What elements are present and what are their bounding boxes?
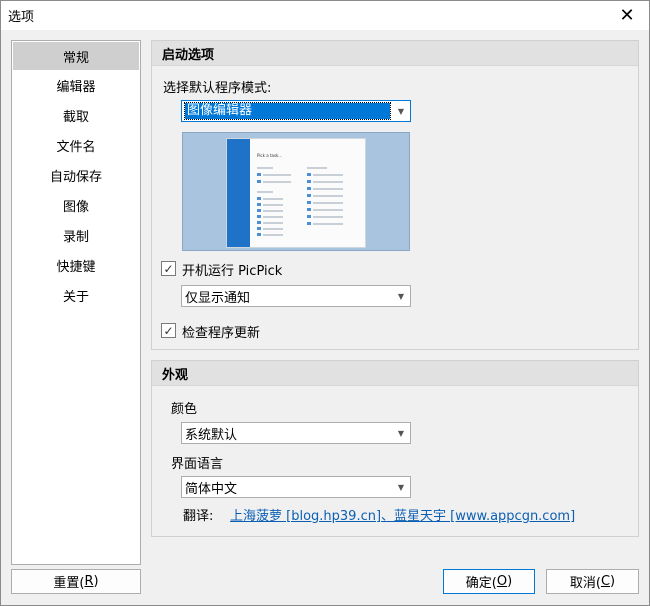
chevron-down-icon: ▼: [397, 291, 405, 301]
startup-mode-select[interactable]: 仅显示通知 ▼: [181, 285, 411, 307]
translation-credits-link[interactable]: 上海菠萝 [blog.hp39.cn]、蓝星天宇 [www.appcgn.com…: [230, 505, 575, 524]
color-label: 颜色: [171, 402, 198, 417]
language-value: 简体中文: [185, 481, 238, 497]
sidebar-item-about[interactable]: 关于: [12, 280, 140, 310]
ok-button[interactable]: 确定(O): [443, 569, 535, 594]
default-mode-value: 图像编辑器: [184, 102, 391, 120]
reset-accel-key: R: [84, 574, 94, 589]
category-list[interactable]: 常规 编辑器 截取 文件名 自动保存 图像 录制 快捷键 关于: [11, 40, 141, 565]
startup-mode-value: 仅显示通知: [185, 290, 251, 306]
mode-preview-image: Pick a task...: [182, 132, 410, 251]
cancel-label-close: ): [610, 574, 616, 589]
ok-label-close: ): [507, 574, 513, 589]
sidebar-item-editor[interactable]: 编辑器: [12, 70, 140, 100]
sidebar-item-autosave[interactable]: 自动保存: [12, 160, 140, 190]
cancel-label: 取消(: [569, 576, 601, 591]
chevron-down-icon: ▼: [397, 106, 405, 116]
translation-label: 翻译:: [183, 509, 214, 524]
sidebar-item-general[interactable]: 常规: [13, 42, 139, 70]
title-bar: 选项 ✕: [0, 0, 650, 30]
cancel-button[interactable]: 取消(C): [546, 569, 639, 594]
ok-label: 确定(: [465, 576, 497, 591]
sidebar-item-image[interactable]: 图像: [12, 190, 140, 220]
color-select[interactable]: 系统默认 ▼: [181, 422, 411, 444]
language-select[interactable]: 简体中文 ▼: [181, 476, 411, 498]
section-header-appearance: 外观: [152, 361, 638, 386]
preview-window: Pick a task...: [226, 138, 366, 248]
check-updates-checkbox[interactable]: ✓: [161, 323, 176, 338]
run-on-startup-checkbox[interactable]: ✓: [161, 261, 176, 276]
sidebar-item-recording[interactable]: 录制: [12, 220, 140, 250]
checkmark-icon: ✓: [163, 323, 174, 338]
default-mode-select[interactable]: 图像编辑器 ▼: [181, 100, 411, 122]
cancel-accel-key: C: [600, 574, 611, 589]
color-value: 系统默认: [185, 427, 238, 443]
section-header-startup: 启动选项: [152, 41, 638, 66]
default-mode-label: 选择默认程序模式:: [163, 81, 272, 96]
preview-heading: Pick a task...: [257, 153, 283, 158]
sidebar-item-filename[interactable]: 文件名: [12, 130, 140, 160]
reset-label: 重置(: [53, 576, 85, 591]
chevron-down-icon: ▼: [397, 482, 405, 492]
sidebar-item-capture[interactable]: 截取: [12, 100, 140, 130]
window-title: 选项: [8, 10, 35, 25]
reset-label-close: ): [93, 574, 99, 589]
reset-button[interactable]: 重置(R): [11, 569, 141, 594]
close-icon[interactable]: ✕: [604, 0, 650, 30]
chevron-down-icon: ▼: [397, 428, 405, 438]
checkmark-icon: ✓: [163, 261, 174, 276]
check-updates-label[interactable]: 检查程序更新: [182, 322, 260, 341]
preview-sidebar: [227, 139, 250, 247]
language-label: 界面语言: [171, 457, 224, 472]
sidebar-item-hotkeys[interactable]: 快捷键: [12, 250, 140, 280]
run-on-startup-label[interactable]: 开机运行 PicPick: [182, 260, 282, 279]
ok-accel-key: O: [496, 574, 508, 589]
